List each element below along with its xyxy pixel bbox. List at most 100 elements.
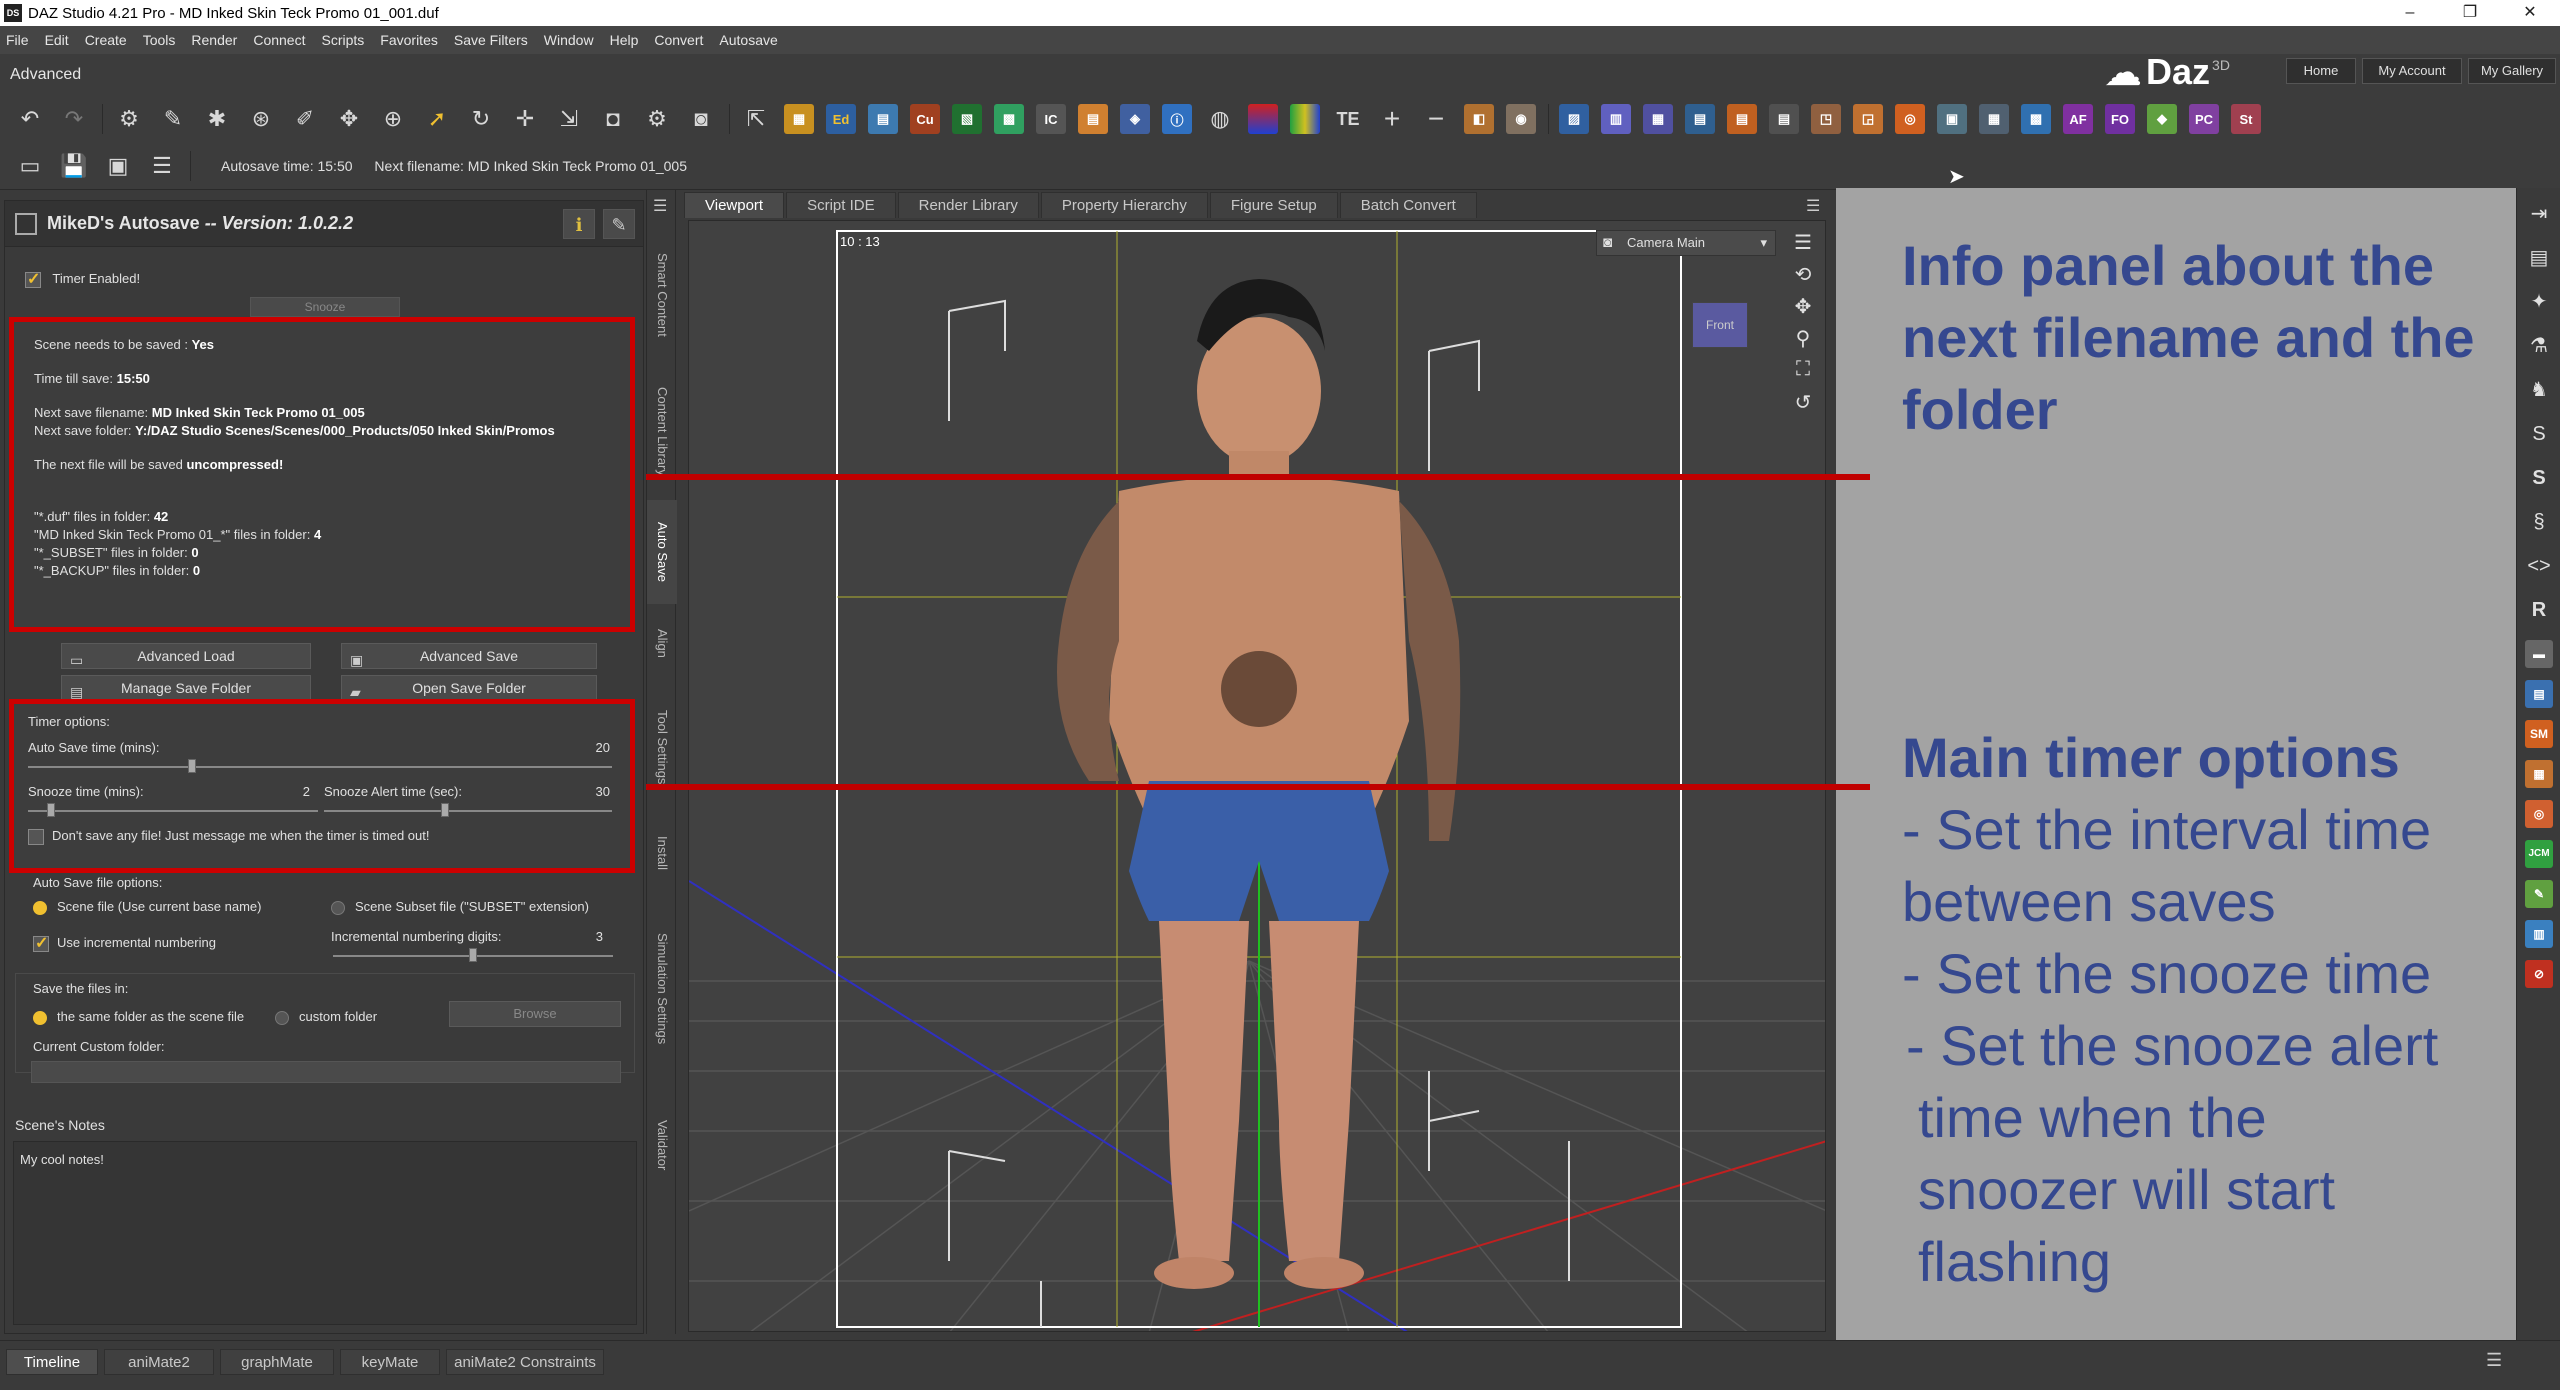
jcm-icon[interactable]: JCM — [2525, 840, 2553, 868]
autosave-time-slider[interactable] — [28, 766, 612, 768]
table-tool-icon[interactable]: ▦ — [1979, 104, 2009, 134]
tab-simulation-settings[interactable]: Simulation Settings — [647, 894, 677, 1084]
save-tool-icon[interactable]: ▣ — [1937, 104, 1967, 134]
minimize-button[interactable]: – — [2380, 0, 2440, 26]
menu-tools[interactable]: Tools — [143, 32, 176, 48]
measure-icon[interactable]: ⇱ — [740, 103, 772, 135]
snooze-alert-slider[interactable] — [324, 810, 612, 812]
minus-icon[interactable]: − — [1420, 103, 1452, 135]
translate-icon[interactable]: ✛ — [509, 103, 541, 135]
gradient-tool-icon[interactable] — [1248, 104, 1278, 134]
advanced-save-button[interactable]: ▣ Advanced Save — [341, 643, 597, 669]
browse-button[interactable]: Browse — [449, 1001, 621, 1027]
menu-convert[interactable]: Convert — [654, 32, 703, 48]
universal-icon[interactable]: ⊛ — [245, 103, 277, 135]
green-tool-icon[interactable]: ✎ — [2525, 880, 2553, 908]
open-folder-icon[interactable]: ▭ — [14, 150, 46, 182]
viewport-menu-icon[interactable]: ☰ — [1790, 230, 1816, 262]
camera-icon[interactable]: ◙ — [685, 103, 717, 135]
3d-viewport[interactable] — [688, 220, 1826, 1332]
same-folder-radio[interactable]: the same folder as the scene file — [33, 1009, 244, 1025]
tab-graphmate[interactable]: graphMate — [220, 1349, 334, 1375]
frame-icon[interactable]: ⛶ — [1790, 358, 1816, 390]
incremental-numbering-checkbox[interactable]: Use incremental numbering — [33, 933, 216, 953]
scale-icon[interactable]: ⇲ — [553, 103, 585, 135]
camera-select[interactable]: ◙ Camera Main ▾ — [1596, 230, 1776, 256]
navigation-cube[interactable]: Front — [1680, 280, 1764, 376]
fo-tool-icon[interactable]: FO — [2105, 104, 2135, 134]
brown-tool-icon[interactable]: ◳ — [1811, 104, 1841, 134]
plus-icon[interactable]: + — [1376, 103, 1408, 135]
nav-home-button[interactable]: Home — [2286, 58, 2356, 84]
pane-menu-icon[interactable]: ☰ — [653, 196, 667, 216]
menu-scripts[interactable]: Scripts — [321, 32, 364, 48]
save-icon[interactable]: 💾 — [58, 150, 90, 182]
menu-render[interactable]: Render — [191, 32, 237, 48]
subdivision-icon[interactable]: § — [2521, 504, 2557, 540]
render-settings-icon[interactable]: ⚙ — [641, 103, 673, 135]
tab-viewport[interactable]: Viewport — [684, 192, 785, 218]
portrait-tool-icon[interactable]: ◉ — [1506, 104, 1536, 134]
shape-s-icon[interactable]: S — [2521, 416, 2557, 452]
green-tool-icon[interactable]: ▧ — [952, 104, 982, 134]
tab-install[interactable]: Install — [647, 818, 677, 888]
spot-render-icon[interactable]: ◘ — [597, 103, 629, 135]
purple-tool-icon[interactable]: ▥ — [1601, 104, 1631, 134]
af-tool-icon[interactable]: AF — [2063, 104, 2093, 134]
autosave-slider-thumb[interactable] — [187, 759, 196, 773]
scene-tool-icon[interactable]: ▨ — [1559, 104, 1589, 134]
cu-icon[interactable]: Cu — [910, 104, 940, 134]
custom-folder-field[interactable] — [31, 1061, 621, 1083]
tab-validator[interactable]: Validator — [647, 1090, 677, 1200]
restore-button[interactable]: ❐ — [2440, 0, 2500, 26]
light-blue-icon[interactable]: ▥ — [2525, 920, 2553, 948]
tab-keymate[interactable]: keyMate — [340, 1349, 440, 1375]
ic-tool-icon[interactable]: IC — [1036, 104, 1066, 134]
info-button[interactable]: ℹ — [563, 208, 595, 239]
snooze-button[interactable]: Snooze — [250, 297, 400, 317]
sm-icon[interactable]: SM — [2525, 720, 2553, 748]
scene-file-radio[interactable]: Scene file (Use current base name) — [33, 899, 261, 915]
menu-edit[interactable]: Edit — [45, 32, 69, 48]
reset-view-icon[interactable]: ↺ — [1790, 390, 1816, 422]
figure-green-icon[interactable]: ◆ — [2147, 104, 2177, 134]
tab-timeline[interactable]: Timeline — [6, 1349, 98, 1375]
layer-icon[interactable]: ▤ — [868, 104, 898, 134]
orange-panel-icon[interactable]: ▤ — [1727, 104, 1757, 134]
tab-batch-convert[interactable]: Batch Convert — [1339, 192, 1477, 218]
region-navigator-icon[interactable]: ⊕ — [377, 103, 409, 135]
menu-autosave[interactable]: Autosave — [719, 32, 777, 48]
render-icon[interactable]: ▣ — [102, 150, 134, 182]
shape-s-bold-icon[interactable]: S — [2521, 460, 2557, 496]
blue-panel-icon[interactable]: ▤ — [2525, 680, 2553, 708]
menu-connect[interactable]: Connect — [253, 32, 305, 48]
subset-file-radio[interactable]: Scene Subset file ("SUBSET" extension) — [331, 899, 589, 915]
box-tool-icon[interactable]: ◲ — [1853, 104, 1883, 134]
manage-save-folder-button[interactable]: ▤ Manage Save Folder — [61, 675, 311, 701]
export-icon[interactable]: ⇥ — [2521, 196, 2557, 232]
te-tool-icon[interactable]: TE — [1332, 103, 1364, 135]
pose-icon[interactable]: ♞ — [2521, 372, 2557, 408]
menu-file[interactable]: File — [6, 32, 29, 48]
surface-selection-icon[interactable]: ✐ — [289, 103, 321, 135]
document-icon[interactable]: ▤ — [1078, 104, 1108, 134]
close-window-button[interactable]: ✕ — [2500, 0, 2560, 26]
globe-icon[interactable]: ◍ — [1204, 103, 1236, 135]
advanced-load-button[interactable]: ▭ Advanced Load — [61, 643, 311, 669]
undo-icon[interactable]: ↶ — [14, 103, 46, 135]
menu-window[interactable]: Window — [544, 32, 594, 48]
pc-tool-icon[interactable]: PC — [2189, 104, 2219, 134]
tab-align[interactable]: Align — [647, 610, 677, 676]
orange-tool-icon[interactable]: ▦ — [2525, 760, 2553, 788]
scene-notes-textarea[interactable]: My cool notes! — [13, 1141, 637, 1325]
snooze-time-slider[interactable] — [28, 810, 318, 812]
snooze-alert-slider-thumb[interactable] — [440, 803, 449, 817]
rotate-icon[interactable]: ↻ — [465, 103, 497, 135]
figure-tool-icon[interactable]: ◧ — [1464, 104, 1494, 134]
node-weight-icon[interactable]: ✎ — [157, 103, 189, 135]
red-tool-icon[interactable]: ◎ — [2525, 800, 2553, 828]
snooze-slider-thumb[interactable] — [47, 803, 56, 817]
map-tool-icon[interactable]: ◈ — [1120, 104, 1150, 134]
info-tool-icon[interactable]: ⓘ — [1162, 104, 1192, 134]
open-save-folder-button[interactable]: ▰ Open Save Folder — [341, 675, 597, 701]
